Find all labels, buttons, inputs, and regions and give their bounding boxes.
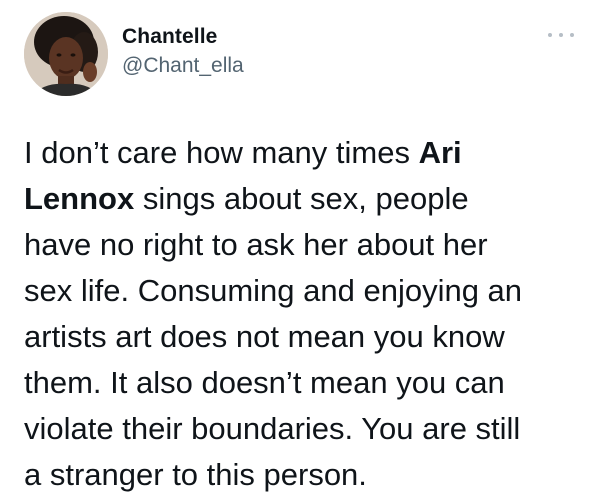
dot [559, 33, 563, 37]
dot [570, 33, 574, 37]
tweet-text-segment: I don’t care how many times [24, 135, 419, 170]
author-info: Chantelle @Chant_ella [122, 24, 244, 80]
tweet-text: I don’t care how many times Ari Lennox s… [24, 130, 584, 498]
author-display-name[interactable]: Chantelle [122, 24, 244, 50]
profile-photo-icon [24, 12, 108, 96]
tweet-card: Chantelle @Chant_ella I don’t care how m… [0, 0, 595, 492]
tweet-text-segment: sings about sex, people have no right to… [24, 181, 523, 492]
dot [548, 33, 552, 37]
avatar[interactable] [24, 12, 108, 96]
more-horizontal-icon[interactable] [548, 28, 574, 42]
author-handle[interactable]: @Chant_ella [122, 52, 244, 80]
